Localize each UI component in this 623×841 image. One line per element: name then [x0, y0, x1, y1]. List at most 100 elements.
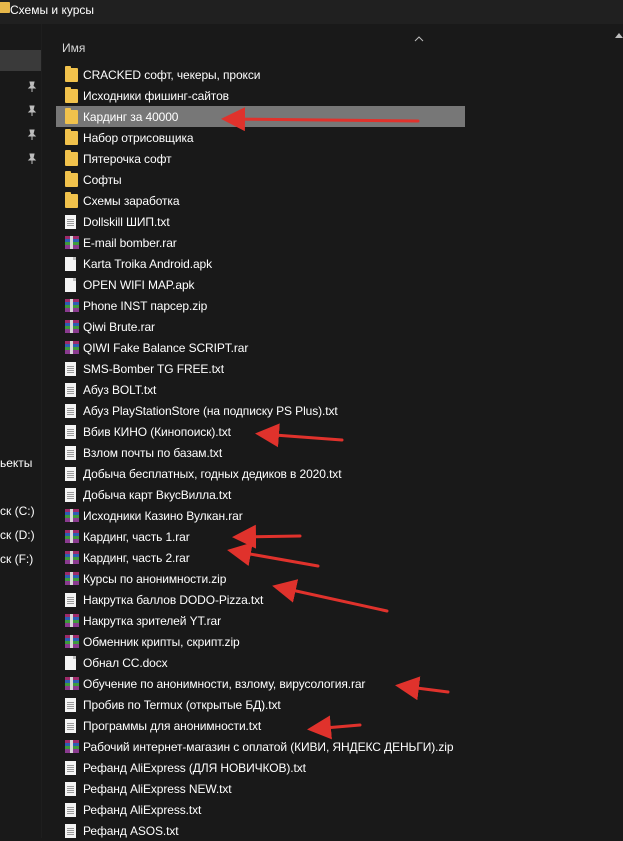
scroll-up-icon[interactable]: [615, 32, 623, 38]
file-row[interactable]: Рабочий интернет-магазин с оплатой (КИВИ…: [56, 736, 465, 757]
folder-icon: [0, 2, 10, 13]
folder-icon: [65, 192, 78, 208]
archive-icon: [65, 299, 79, 312]
file-row[interactable]: SMS-Bomber TG FREE.txt: [56, 358, 465, 379]
file-row[interactable]: Программы для анонимности.txt: [56, 715, 465, 736]
nav-item-drive-f[interactable]: ск (F:): [0, 552, 33, 566]
file-name: Phone INST парсер.zip: [83, 299, 208, 313]
pane-divider[interactable]: [41, 24, 42, 838]
file-row[interactable]: Абуз PlayStationStore (на подписку PS Pl…: [56, 400, 465, 421]
nav-item-drive-c[interactable]: ск (C:): [0, 504, 35, 518]
file-row[interactable]: Обучение по анонимности, взлому, вирусол…: [56, 673, 465, 694]
folder-row[interactable]: Пятерочка софт: [56, 148, 465, 169]
pin-icon[interactable]: [26, 105, 38, 117]
file-row[interactable]: QIWI Fake Balance SCRIPT.rar: [56, 337, 465, 358]
sort-ascending-icon: [414, 36, 424, 42]
file-row[interactable]: Qiwi Brute.rar: [56, 316, 465, 337]
navigation-pane: ьекты ск (C:) ск (D:) ск (F:): [0, 24, 41, 838]
file-row[interactable]: Накрутка баллов DODO-Pizza.txt: [56, 589, 465, 610]
file-name: Рефанд ASOS.txt: [83, 824, 179, 838]
file-row[interactable]: Dollskill ШИП.txt: [56, 211, 465, 232]
text-file-icon: [65, 761, 76, 775]
file-row[interactable]: Курсы по анонимности.zip: [56, 568, 465, 589]
file-row[interactable]: Karta Troika Android.apk: [56, 253, 465, 274]
title-bar: Схемы и курсы: [0, 0, 623, 24]
file-name: Qiwi Brute.rar: [83, 320, 155, 334]
text-file-icon: [65, 425, 76, 439]
file-row[interactable]: Обменник крипты, скрипт.zip: [56, 631, 465, 652]
file-name: Обнал CC.docx: [83, 656, 168, 670]
archive-icon: [65, 740, 79, 753]
file-row[interactable]: Взлом почты по базам.txt: [56, 442, 465, 463]
file-row[interactable]: Phone INST парсер.zip: [56, 295, 465, 316]
file-name: Пятерочка софт: [83, 152, 172, 166]
file-name: Кардинг, часть 1.rar: [83, 530, 190, 544]
text-file-icon: [65, 215, 76, 229]
file-name: Абуз PlayStationStore (на подписку PS Pl…: [83, 404, 338, 418]
folder-icon: [65, 150, 78, 166]
nav-item-drive-d[interactable]: ск (D:): [0, 528, 35, 542]
folder-icon: [65, 108, 78, 124]
file-name: Накрутка зрителей YT.rar: [83, 614, 221, 628]
file-name: SMS-Bomber TG FREE.txt: [83, 362, 224, 376]
text-file-icon: [65, 446, 76, 460]
archive-icon: [65, 572, 79, 585]
archive-icon: [65, 236, 79, 249]
window-title: Схемы и курсы: [10, 3, 94, 17]
file-row[interactable]: Обнал CC.docx: [56, 652, 465, 673]
text-file-icon: [65, 467, 76, 481]
file-name: Кардинг за 40000: [83, 110, 179, 124]
pin-icon[interactable]: [26, 81, 38, 93]
file-name: Набор отрисовщика: [83, 131, 194, 145]
file-row[interactable]: Рефанд AliExpress (ДЛЯ НОВИЧКОВ).txt: [56, 757, 465, 778]
file-icon: [65, 257, 76, 271]
text-file-icon: [65, 404, 76, 418]
file-icon: [65, 656, 76, 670]
file-row[interactable]: Кардинг, часть 1.rar: [56, 526, 465, 547]
folder-icon: [65, 87, 78, 103]
archive-icon: [65, 341, 79, 354]
file-row[interactable]: Добыча карт ВкусВилла.txt: [56, 484, 465, 505]
folder-row[interactable]: Исходники фишинг-сайтов: [56, 85, 465, 106]
file-name: Karta Troika Android.apk: [83, 257, 213, 271]
file-name: Обменник крипты, скрипт.zip: [83, 635, 240, 649]
file-row[interactable]: OPEN WIFI MAP.apk: [56, 274, 465, 295]
file-name: Добыча карт ВкусВилла.txt: [83, 488, 232, 502]
file-name: QIWI Fake Balance SCRIPT.rar: [83, 341, 249, 355]
folder-row[interactable]: Кардинг за 40000: [56, 106, 465, 127]
text-file-icon: [65, 824, 76, 838]
file-name: Рефанд AliExpress NEW.txt: [83, 782, 232, 796]
folder-row[interactable]: CRACKED софт, чекеры, прокси: [56, 64, 465, 85]
file-icon: [65, 278, 76, 292]
folder-row[interactable]: Схемы заработка: [56, 190, 465, 211]
folder-icon: [65, 129, 78, 145]
file-row[interactable]: Накрутка зрителей YT.rar: [56, 610, 465, 631]
file-name: Dollskill ШИП.txt: [83, 215, 170, 229]
file-name: Рефанд AliExpress (ДЛЯ НОВИЧКОВ).txt: [83, 761, 306, 775]
file-row[interactable]: Рефанд AliExpress NEW.txt: [56, 778, 465, 799]
file-name: Курсы по анонимности.zip: [83, 572, 227, 586]
file-row[interactable]: Рефанд AliExpress.txt: [56, 799, 465, 820]
column-header-name[interactable]: Имя: [62, 41, 85, 55]
file-row[interactable]: E-mail bomber.rar: [56, 232, 465, 253]
nav-selected-item[interactable]: [0, 50, 41, 71]
text-file-icon: [65, 593, 76, 607]
folder-row[interactable]: Софты: [56, 169, 465, 190]
file-name: Взлом почты по базам.txt: [83, 446, 223, 460]
file-row[interactable]: Кардинг, часть 2.rar: [56, 547, 465, 568]
pin-icon[interactable]: [26, 153, 38, 165]
text-file-icon: [65, 719, 76, 733]
pin-icon[interactable]: [26, 129, 38, 141]
file-name: Рефанд AliExpress.txt: [83, 803, 202, 817]
nav-item-objects[interactable]: ьекты: [0, 456, 32, 470]
file-name: Исходники фишинг-сайтов: [83, 89, 229, 103]
file-row[interactable]: Добыча бесплатных, годных дедиков в 2020…: [56, 463, 465, 484]
file-row[interactable]: Вбив КИНО (Кинопоиск).txt: [56, 421, 465, 442]
file-row[interactable]: Абуз BOLT.txt: [56, 379, 465, 400]
file-row[interactable]: Исходники Казино Вулкан.rar: [56, 505, 465, 526]
archive-icon: [65, 635, 79, 648]
file-name: E-mail bomber.rar: [83, 236, 177, 250]
folder-row[interactable]: Набор отрисовщика: [56, 127, 465, 148]
file-row[interactable]: Пробив по Termux (открытые БД).txt: [56, 694, 465, 715]
folder-icon: [65, 171, 78, 187]
